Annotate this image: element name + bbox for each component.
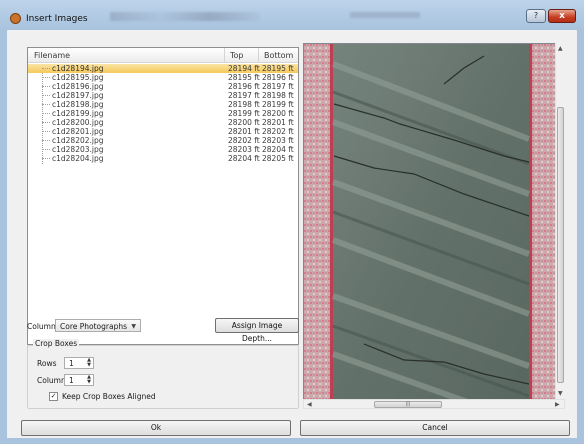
tree-branch [42, 149, 50, 150]
tree-branch [42, 131, 50, 132]
file-row[interactable]: c1d28196.jpg 28196 ft 28197 ft [28, 82, 298, 91]
file-row[interactable]: c1d28202.jpg 28202 ft 28203 ft [28, 136, 298, 145]
tree-branch [42, 113, 50, 114]
preview-vertical-scrollbar[interactable]: ▲ ▼ [555, 43, 565, 400]
keep-aligned-checkbox[interactable]: ✓ [49, 392, 58, 401]
vertical-scroll-thumb[interactable] [557, 107, 564, 383]
file-name-cell: c1d28199.jpg [52, 109, 104, 118]
file-row[interactable]: c1d28201.jpg 28201 ft 28202 ft [28, 127, 298, 136]
file-name-cell: c1d28198.jpg [52, 100, 104, 109]
tree-branch [42, 95, 50, 96]
insert-images-dialog: Insert Images ? x Filename Top Bottom c1… [0, 0, 584, 444]
title-bar[interactable]: Insert Images ? x [0, 0, 584, 30]
file-name-cell: c1d28200.jpg [52, 118, 104, 127]
header-top[interactable]: Top [230, 51, 244, 60]
header-bottom[interactable]: Bottom [264, 51, 293, 60]
columns-value: 1 [69, 376, 74, 385]
title-bar-glass [110, 12, 260, 21]
file-top-cell: 28197 ft [228, 91, 260, 100]
tree-branch [42, 77, 50, 78]
rows-stepper[interactable]: 1 ▲ ▼ [64, 357, 94, 369]
file-name-cell: c1d28197.jpg [52, 91, 104, 100]
file-row[interactable]: c1d28198.jpg 28198 ft 28199 ft [28, 100, 298, 109]
preview-horizontal-scrollbar[interactable]: ◀ ||| ▶ [303, 399, 565, 409]
file-list[interactable]: Filename Top Bottom c1d28194.jpg 28194 ft… [27, 47, 299, 345]
file-top-cell: 28194 ft [228, 64, 260, 73]
dialog-body: Filename Top Bottom c1d28194.jpg 28194 ft… [7, 30, 577, 438]
header-divider[interactable] [224, 48, 225, 62]
assign-image-depth-button[interactable]: Assign Image Depth... [215, 318, 299, 343]
chevron-down-icon: ▼ [131, 323, 136, 330]
file-top-cell: 28196 ft [228, 82, 260, 91]
crop-boxes-title: Crop Boxes [33, 339, 80, 348]
tree-branch [42, 68, 50, 69]
file-bottom-cell: 28205 ft [262, 154, 294, 163]
file-row[interactable]: c1d28195.jpg 28195 ft 28196 ft [28, 73, 298, 82]
help-button[interactable]: ? [526, 9, 546, 23]
file-bottom-cell: 28202 ft [262, 127, 294, 136]
file-name-cell: c1d28204.jpg [52, 154, 104, 163]
header-filename[interactable]: Filename [34, 51, 70, 60]
scroll-right-icon[interactable]: ▶ [555, 401, 560, 408]
cancel-button[interactable]: Cancel [300, 420, 570, 436]
tree-branch [42, 86, 50, 87]
file-row[interactable]: c1d28200.jpg 28200 ft 28201 ft [28, 118, 298, 127]
file-name-cell: c1d28201.jpg [52, 127, 104, 136]
file-bottom-cell: 28196 ft [262, 73, 294, 82]
image-preview[interactable] [303, 43, 565, 400]
window-title: Insert Images [26, 14, 88, 24]
tree-branch [42, 104, 50, 105]
file-list-header: Filename Top Bottom [28, 48, 298, 63]
file-top-cell: 28202 ft [228, 136, 260, 145]
file-row[interactable]: c1d28199.jpg 28199 ft 28200 ft [28, 109, 298, 118]
column-label: Column [27, 322, 56, 331]
file-bottom-cell: 28204 ft [262, 145, 294, 154]
title-bar-glass-2 [350, 12, 420, 18]
file-top-cell: 28203 ft [228, 145, 260, 154]
file-row[interactable]: c1d28197.jpg 28197 ft 28198 ft [28, 91, 298, 100]
file-row[interactable]: c1d28194.jpg 28194 ft 28195 ft [28, 64, 298, 73]
file-top-cell: 28200 ft [228, 118, 260, 127]
file-row[interactable]: c1d28203.jpg 28203 ft 28204 ft [28, 145, 298, 154]
stepper-arrows-icon[interactable]: ▲ ▼ [87, 375, 91, 385]
scroll-left-icon[interactable]: ◀ [307, 401, 312, 408]
file-bottom-cell: 28199 ft [262, 100, 294, 109]
file-bottom-cell: 28201 ft [262, 118, 294, 127]
stepper-arrows-icon[interactable]: ▲ ▼ [87, 358, 91, 368]
file-name-cell: c1d28203.jpg [52, 145, 104, 154]
file-name-cell: c1d28195.jpg [52, 73, 104, 82]
file-bottom-cell: 28195 ft [262, 64, 294, 73]
file-name-cell: c1d28194.jpg [52, 64, 104, 73]
app-icon [10, 13, 21, 24]
header-divider[interactable] [258, 48, 259, 62]
file-top-cell: 28198 ft [228, 100, 260, 109]
checkmark-icon: ✓ [50, 392, 57, 400]
file-name-cell: c1d28196.jpg [52, 82, 104, 91]
file-row[interactable]: c1d28204.jpg 28204 ft 28205 ft [28, 154, 298, 163]
columns-stepper[interactable]: 1 ▲ ▼ [64, 374, 94, 386]
file-top-cell: 28199 ft [228, 109, 260, 118]
close-button[interactable]: x [548, 9, 576, 23]
scroll-up-icon[interactable]: ▲ [558, 45, 563, 52]
file-top-cell: 28201 ft [228, 127, 260, 136]
file-bottom-cell: 28197 ft [262, 82, 294, 91]
ok-button[interactable]: Ok [21, 420, 291, 436]
file-bottom-cell: 28198 ft [262, 91, 294, 100]
horizontal-scroll-thumb[interactable]: ||| [374, 401, 442, 408]
tree-branch [42, 158, 50, 159]
file-top-cell: 28195 ft [228, 73, 260, 82]
tree-branch [42, 122, 50, 123]
rows-label: Rows [37, 359, 57, 368]
tree-branch [42, 140, 50, 141]
core-photo [304, 44, 564, 399]
file-top-cell: 28204 ft [228, 154, 260, 163]
rows-value: 1 [69, 359, 74, 368]
keep-aligned-label[interactable]: Keep Crop Boxes Aligned [62, 392, 156, 401]
column-select[interactable]: Core Photographs ▼ [55, 319, 141, 332]
scroll-down-icon[interactable]: ▼ [558, 390, 563, 397]
column-select-value: Core Photographs [60, 322, 127, 331]
file-bottom-cell: 28203 ft [262, 136, 294, 145]
file-bottom-cell: 28200 ft [262, 109, 294, 118]
file-name-cell: c1d28202.jpg [52, 136, 104, 145]
